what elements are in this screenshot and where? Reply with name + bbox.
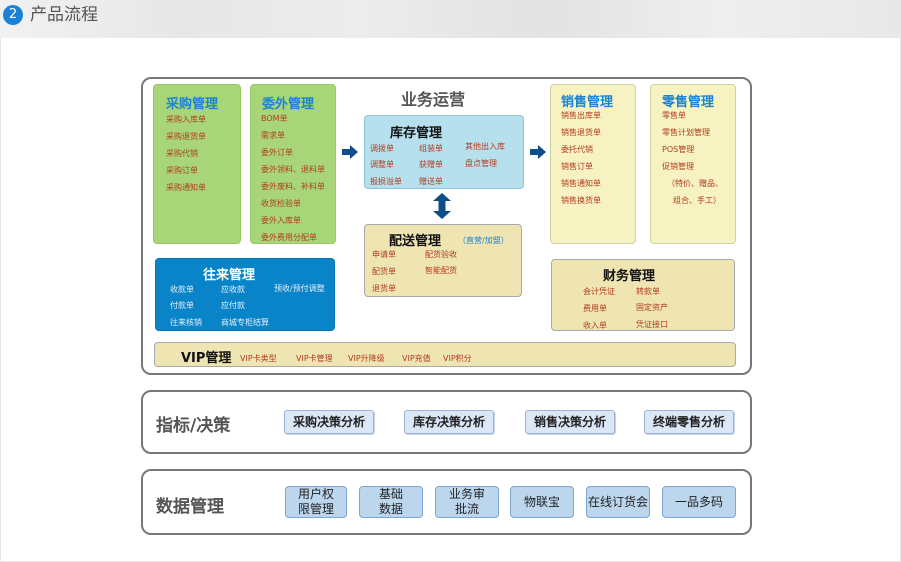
indicators-title: 指标/决策 [156, 416, 231, 436]
sales-item: 销售订单 [561, 162, 593, 171]
distribution-title: 配送管理 [389, 234, 442, 249]
inventory-item: 其他出入库 [465, 142, 505, 151]
vip-item: VIP升降级 [348, 354, 385, 363]
inventory-item: 调拨单 [370, 144, 394, 153]
inventory-item: 调整单 [370, 160, 394, 169]
inventory-item: 组装单 [419, 144, 443, 153]
accounts-item: 收款单 [170, 285, 194, 294]
retail-item: 零售计划管理 [662, 128, 710, 137]
accounts-item: 预收/预付调整 [274, 284, 325, 293]
outsource-item: 委外费用分配单 [261, 233, 317, 242]
online-ordering-button[interactable]: 在线订货会 [586, 486, 650, 518]
outsource-title: 委外管理 [262, 97, 315, 112]
purchase-decision-analysis-button[interactable]: 采购决策分析 [284, 410, 374, 434]
sales-decision-analysis-button[interactable]: 销售决策分析 [525, 410, 615, 434]
finance-item: 费用单 [583, 304, 607, 313]
retail-item: POS管理 [662, 145, 695, 154]
outsource-item: 委外入库单 [261, 216, 301, 225]
vip-item: VIP卡类型 [240, 354, 277, 363]
operations-title: 业务运营 [401, 90, 466, 109]
approval-workflow-label: 批流 [454, 502, 479, 516]
outsource-item: 委外领料、退料单 [261, 165, 325, 174]
sales-item: 销售出库单 [561, 111, 601, 120]
outsource-item: BOM单 [261, 114, 288, 123]
vip-item: VIP卡管理 [296, 354, 333, 363]
distribution-item: 智能配货 [425, 266, 457, 275]
accounts-title: 往来管理 [203, 268, 256, 283]
sales-item: 委托代销 [561, 145, 593, 154]
finance-item: 收入单 [583, 321, 607, 330]
retail-title: 零售管理 [662, 95, 715, 110]
multi-code-label: 一品多码 [674, 494, 723, 509]
sales-item: 销售换货单 [561, 196, 601, 205]
finance-item: 会计凭证 [583, 287, 615, 296]
approval-workflow-button[interactable]: 业务审 批流 [435, 486, 499, 518]
purchase-item: 采购通知单 [166, 183, 206, 192]
user-permission-button[interactable]: 用户权 限管理 [285, 486, 347, 518]
iot-button[interactable]: 物联宝 [510, 486, 574, 518]
outsource-item: 收货检验单 [261, 199, 301, 208]
arrow-right-icon [342, 145, 358, 159]
vip-item: VIP积分 [443, 354, 472, 363]
inventory-item: 报损溢单 [370, 177, 402, 186]
purchase-item: 采购入库单 [166, 115, 206, 124]
arrow-right-icon [530, 145, 546, 159]
sales-item: 销售退货单 [561, 128, 601, 137]
inventory-decision-analysis-button[interactable]: 库存决策分析 [404, 410, 494, 434]
retail-item: 促销管理 [662, 162, 694, 171]
accounts-item: 应收款 [221, 285, 245, 294]
finance-item: 凭证接口 [636, 320, 668, 329]
approval-workflow-label: 业务审 [448, 487, 485, 501]
accounts-item: 往来核销 [170, 318, 202, 327]
distribution-item: 退货单 [372, 284, 396, 293]
distribution-item: 配货验收 [425, 250, 457, 259]
purchase-title: 采购管理 [166, 97, 219, 112]
purchase-item: 采购订单 [166, 166, 198, 175]
data-management-title: 数据管理 [156, 497, 224, 517]
accounts-item: 应付款 [221, 301, 245, 310]
iot-label: 物联宝 [523, 494, 560, 509]
finance-item: 固定资产 [636, 303, 668, 312]
accounts-item: 商城专柜结算 [221, 318, 269, 327]
inventory-title: 库存管理 [390, 126, 443, 141]
purchase-item: 采购退货单 [166, 132, 206, 141]
outsource-item: 委外废料、补料单 [261, 182, 325, 191]
base-data-button[interactable]: 基础 数据 [359, 486, 423, 518]
distribution-item: 申请单 [372, 250, 396, 259]
retail-item: （特价、赠品、 [667, 179, 723, 188]
sales-item: 销售通知单 [561, 179, 601, 188]
distribution-subtitle: （直营/加盟） [458, 236, 509, 245]
outsource-item: 委外订单 [261, 148, 293, 157]
outsource-item: 需求单 [261, 131, 285, 140]
finance-title: 财务管理 [603, 269, 656, 284]
online-ordering-label: 在线订货会 [587, 494, 648, 509]
double-arrow-icon [433, 193, 451, 219]
retail-item: 零售单 [662, 111, 686, 120]
base-data-label: 数据 [378, 502, 403, 516]
vip-item: VIP充值 [402, 354, 431, 363]
sales-title: 销售管理 [561, 95, 614, 110]
finance-item: 转款单 [636, 287, 660, 296]
inventory-item: 赠送单 [419, 177, 443, 186]
vip-title: VIP管理 [181, 351, 232, 366]
distribution-item: 配货单 [372, 267, 396, 276]
accounts-item: 付款单 [170, 301, 194, 310]
user-permission-label: 用户权 [297, 487, 334, 501]
step-number-badge: 2 [3, 5, 23, 25]
terminal-retail-analysis-button[interactable]: 终端零售分析 [644, 410, 734, 434]
purchase-item: 采购代销 [166, 149, 198, 158]
multi-code-button[interactable]: 一品多码 [662, 486, 736, 518]
user-permission-label: 限管理 [297, 502, 334, 516]
base-data-label: 基础 [378, 487, 403, 501]
inventory-item: 获赠单 [419, 160, 443, 169]
inventory-item: 盘点管理 [465, 159, 497, 168]
section-title: 产品流程 [30, 5, 98, 25]
section-header: 2 产品流程 [0, 0, 901, 38]
retail-item: 组合、手工） [673, 196, 721, 205]
